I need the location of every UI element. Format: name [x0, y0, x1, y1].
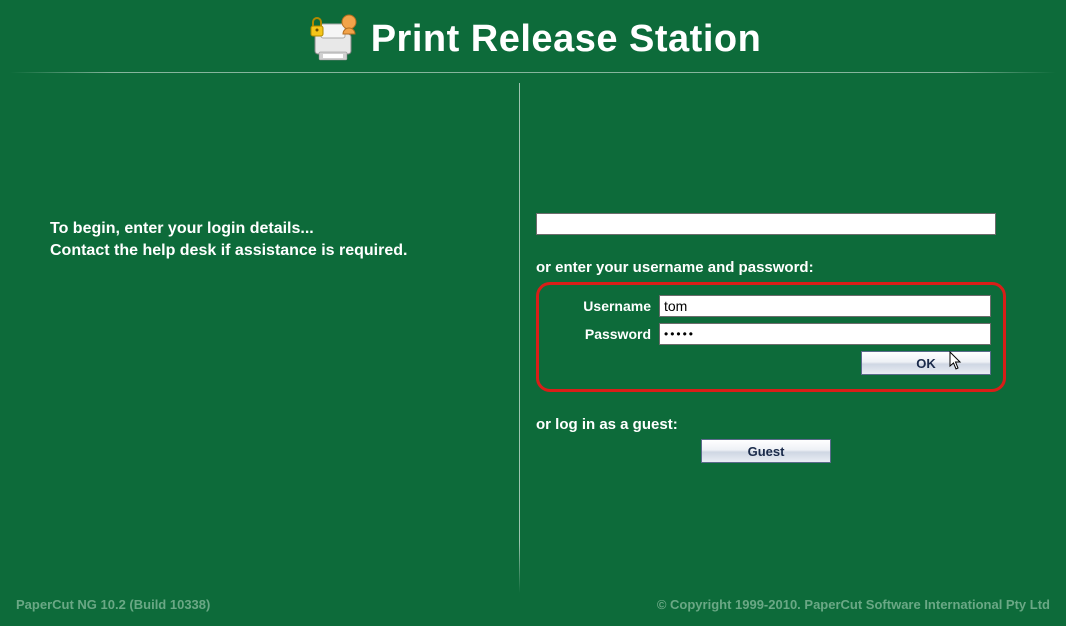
username-label: Username [551, 298, 651, 314]
header: Print Release Station [0, 0, 1066, 72]
page-title: Print Release Station [371, 18, 762, 61]
ok-button-row: OK [551, 351, 991, 375]
card-swipe-input[interactable] [536, 213, 996, 235]
footer: PaperCut NG 10.2 (Build 10338) © Copyrig… [0, 597, 1066, 612]
ok-button[interactable]: OK [861, 351, 991, 375]
guest-section-label: or log in as a guest: [536, 416, 1006, 433]
guest-button-row: Guest [536, 439, 996, 463]
login-panel: or enter your username and password: Use… [520, 73, 1066, 573]
password-input[interactable] [659, 323, 991, 345]
guest-button[interactable]: Guest [701, 439, 831, 463]
credentials-section-label: or enter your username and password: [536, 259, 1006, 276]
password-label: Password [551, 326, 651, 342]
login-highlight-frame: Username Password OK [536, 282, 1006, 392]
instruction-line-1: To begin, enter your login details... [50, 218, 499, 240]
password-row: Password [551, 323, 991, 345]
version-text: PaperCut NG 10.2 (Build 10338) [16, 597, 210, 612]
printer-lock-icon [305, 14, 363, 64]
main-content: To begin, enter your login details... Co… [0, 73, 1066, 573]
instructions-panel: To begin, enter your login details... Co… [0, 73, 519, 573]
copyright-text: © Copyright 1999-2010. PaperCut Software… [657, 597, 1050, 612]
username-row: Username [551, 295, 991, 317]
instruction-line-2: Contact the help desk if assistance is r… [50, 240, 499, 262]
username-input[interactable] [659, 295, 991, 317]
